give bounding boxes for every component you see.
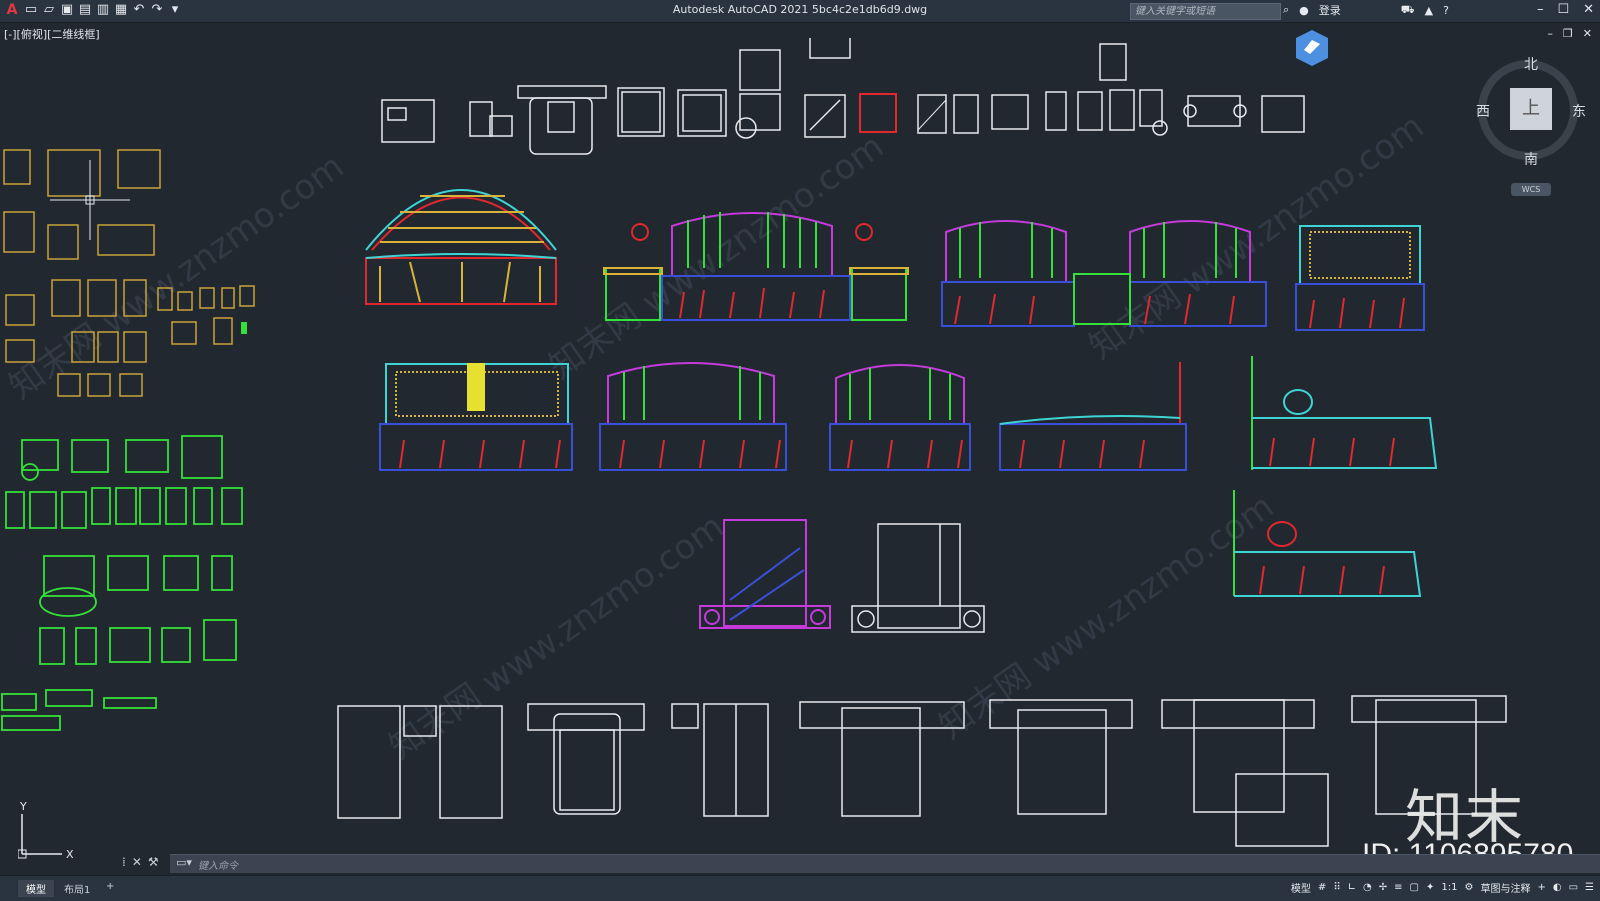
login-button[interactable]: 登录 (1319, 2, 1341, 18)
ucs-icon: Y X (18, 800, 74, 860)
polar-icon[interactable]: ◔ (1363, 882, 1372, 893)
isolate-icon[interactable]: ◐ (1553, 882, 1562, 893)
transparency-icon[interactable]: ▢ (1410, 882, 1419, 893)
ucs-x-label: X (66, 848, 74, 860)
command-line[interactable]: ▭▾ 键入命令 (170, 854, 1600, 873)
arched-bed-elevation (365, 189, 557, 305)
rattan-bed-elevation (1295, 225, 1425, 331)
svg-text:知末网 www.znzmo.com: 知末网 www.znzmo.com (542, 126, 891, 387)
tab-add[interactable]: + (98, 880, 122, 893)
svg-text:知末网 www.znzmo.com: 知末网 www.znzmo.com (1082, 106, 1431, 367)
title-bar: A ▭ ▱ ▣ ▤ ▥ ▦ ↶ ↷ ▾ Autodesk AutoCAD 202… (0, 0, 1600, 23)
command-customize-icon[interactable]: ⚒ (148, 855, 159, 869)
cart-icon[interactable]: ⛟ (1401, 3, 1415, 18)
svg-text:知末网 www.znzmo.com: 知末网 www.znzmo.com (2, 146, 351, 407)
status-bar: 模型 布局1 + 模型 # ⠿ ∟ ◔ ✢ ≡ ▢ ✦ 1:1 ⚙ 草图与注释 … (0, 875, 1600, 901)
command-grip-icon[interactable]: ⁞ (122, 855, 126, 869)
a360-shield-icon[interactable] (1292, 28, 1332, 68)
maximize-icon[interactable]: ☐ (1557, 2, 1569, 17)
compass-north[interactable]: 北 (1524, 54, 1538, 74)
white-bed-plan-middle (851, 523, 985, 633)
search-input[interactable]: 键入关键字或短语 (1130, 3, 1281, 20)
viewcube-top-face[interactable]: 上 (1510, 88, 1552, 130)
zoom-plus-icon[interactable]: + (1537, 882, 1545, 893)
grid-icon[interactable]: # (1318, 882, 1326, 893)
ortho-icon[interactable]: ∟ (1348, 882, 1356, 893)
ucs-y-label: Y (19, 800, 27, 813)
second-row-bed-skirts (399, 437, 1395, 469)
compass-west[interactable]: 西 (1476, 101, 1490, 121)
second-row-beds-elevation (379, 356, 1438, 471)
tab-layout1[interactable]: 布局1 (56, 880, 98, 897)
command-close-icon[interactable]: ✕ (132, 855, 142, 869)
workspace-gear-icon[interactable]: ⚙ (1464, 882, 1473, 893)
top-bed-plans (381, 38, 1305, 155)
annotation-scale[interactable]: 1:1 (1441, 882, 1457, 893)
command-input[interactable]: 键入命令 (198, 857, 238, 872)
red-bed-plan (859, 93, 897, 133)
close-icon[interactable]: ✕ (1583, 2, 1594, 17)
user-icon[interactable]: ● (1299, 4, 1309, 17)
command-history-icon[interactable]: ▭▾ (176, 856, 192, 869)
minimize-icon[interactable]: – (1537, 2, 1544, 17)
wcs-menu-button[interactable]: WCS (1511, 183, 1551, 196)
tab-model[interactable]: 模型 (18, 880, 54, 897)
model-space-button[interactable]: 模型 (1291, 880, 1311, 895)
workspace-switch[interactable]: 草图与注释 (1480, 880, 1530, 895)
left-green-blocks (1, 435, 243, 731)
fullscreen-icon[interactable]: ▭ (1569, 882, 1578, 893)
help-icon[interactable]: ? (1443, 4, 1449, 17)
bottom-bed-plans (337, 695, 1507, 847)
annotation-visibility-icon[interactable]: ✦ (1426, 882, 1434, 893)
snap-icon[interactable]: ⠿ (1333, 882, 1340, 893)
drawing-canvas[interactable]: 知末网 www.znzmo.com 知末网 www.znzmo.com 知末网 … (0, 38, 1600, 853)
compass-east[interactable]: 东 (1572, 101, 1586, 121)
compass-south[interactable]: 南 (1524, 149, 1538, 169)
search-icon[interactable]: ⌕ (1283, 3, 1289, 17)
lineweight-icon[interactable]: ≡ (1394, 882, 1402, 893)
osnap-icon[interactable]: ✢ (1379, 882, 1387, 893)
a360-icon[interactable]: ▲ (1425, 4, 1433, 17)
customize-status-icon[interactable]: ☰ (1585, 882, 1594, 893)
